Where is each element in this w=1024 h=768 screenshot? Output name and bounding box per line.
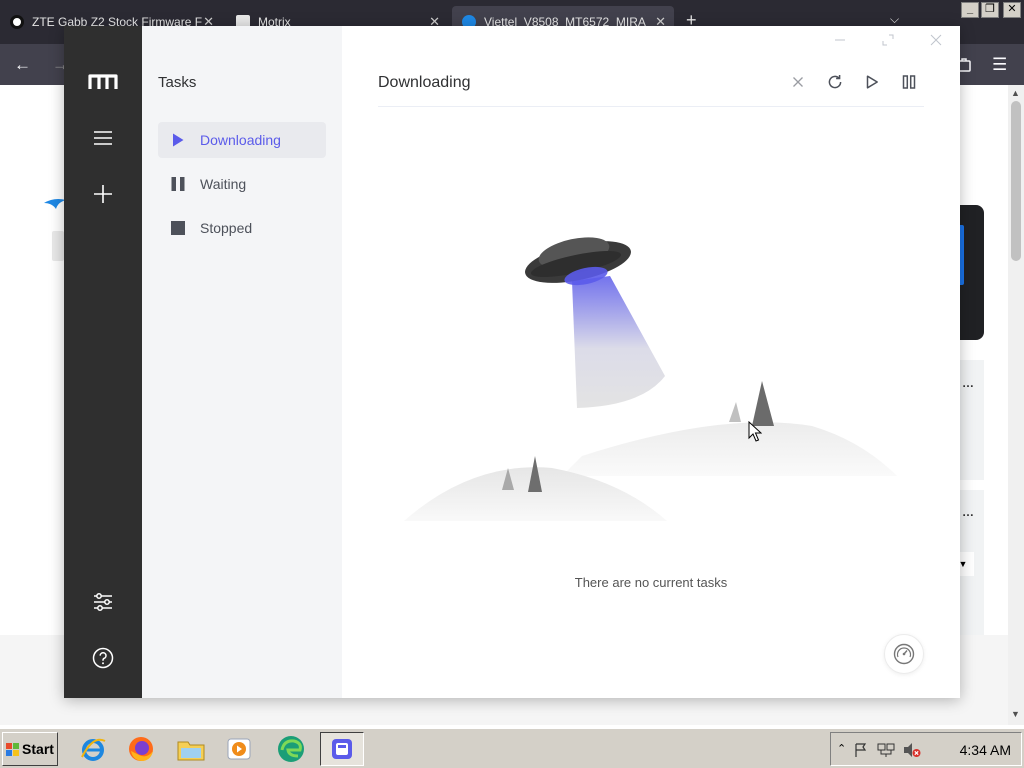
windows-taskbar: Start ⌃ 4:34 AM xyxy=(0,728,1024,768)
internet-explorer-icon[interactable] xyxy=(74,732,112,766)
play-icon xyxy=(171,133,185,147)
browser-menu-icon[interactable]: ☰ xyxy=(992,56,1007,73)
header-divider xyxy=(378,106,924,107)
system-tray: ⌃ 4:34 AM xyxy=(830,732,1022,766)
page-scrollbar[interactable]: ▲ ▼ xyxy=(1008,85,1024,725)
maximize-icon[interactable] xyxy=(878,32,898,48)
speedometer-icon[interactable] xyxy=(884,634,924,674)
refresh-icon[interactable] xyxy=(823,70,847,94)
motrix-icon xyxy=(332,739,352,759)
help-icon[interactable] xyxy=(85,640,121,676)
motrix-logo-icon[interactable] xyxy=(85,64,121,100)
network-icon[interactable] xyxy=(877,742,895,758)
motrix-window: Tasks Downloading Waiting Stopped Downlo… xyxy=(64,26,960,698)
delete-task-close-icon[interactable] xyxy=(786,70,810,94)
pause-icon xyxy=(171,177,185,191)
subnav-title: Tasks xyxy=(158,74,197,91)
start-button[interactable]: Start xyxy=(2,732,58,766)
minimize-icon[interactable] xyxy=(830,32,850,48)
tab-list-chevron-down-icon[interactable]: ⌵ xyxy=(890,12,899,27)
firefox-icon[interactable] xyxy=(122,732,160,766)
nav-item-waiting[interactable]: Waiting xyxy=(158,166,326,202)
mouse-cursor-icon xyxy=(748,421,762,442)
motrix-icon-rail xyxy=(64,26,142,698)
show-hidden-icons-chevron-up-icon[interactable]: ⌃ xyxy=(837,742,846,755)
window-restore-button[interactable]: ❐ xyxy=(981,2,999,18)
back-arrow-icon[interactable]: ← xyxy=(14,56,31,73)
window-minimize-button[interactable]: _ xyxy=(961,2,979,18)
scrollbar-thumb[interactable] xyxy=(1011,101,1021,261)
scroll-down-icon[interactable]: ▼ xyxy=(1011,709,1020,719)
more-options-icon[interactable]: … xyxy=(962,376,974,390)
page-block xyxy=(52,231,64,261)
window-close-button[interactable]: ✕ xyxy=(1003,2,1021,18)
taskbar-clock[interactable]: 4:34 AM xyxy=(960,742,1011,758)
nav-item-stopped[interactable]: Stopped xyxy=(158,210,326,246)
action-center-flag-icon[interactable] xyxy=(853,742,869,758)
add-icon[interactable] xyxy=(85,176,121,212)
edge-icon[interactable] xyxy=(272,732,310,766)
media-player-icon[interactable] xyxy=(220,732,258,766)
close-window-icon[interactable] xyxy=(926,32,946,48)
windows-flag-icon xyxy=(6,742,20,756)
resume-all-play-icon[interactable] xyxy=(860,70,884,94)
menu-icon[interactable] xyxy=(85,120,121,156)
nav-item-label: Downloading xyxy=(200,132,281,148)
empty-state-ufo-illustration xyxy=(404,237,897,521)
nav-item-label: Stopped xyxy=(200,220,253,236)
page-title: Downloading xyxy=(378,74,471,91)
page-logo-icon xyxy=(44,199,66,209)
nav-item-label: Waiting xyxy=(200,176,247,192)
file-explorer-icon[interactable] xyxy=(172,732,210,766)
task-list-panel: Downloading There are no current tasks xyxy=(342,26,960,698)
motrix-taskbar-button[interactable] xyxy=(320,732,364,766)
pause-all-pause-icon[interactable] xyxy=(897,70,921,94)
task-subnav: Tasks Downloading Waiting Stopped xyxy=(142,26,342,698)
start-label: Start xyxy=(22,741,54,757)
stop-icon xyxy=(171,221,185,235)
scroll-up-icon[interactable]: ▲ xyxy=(1011,88,1020,98)
tab-favicon-icon xyxy=(10,15,24,29)
volume-muted-icon[interactable] xyxy=(903,742,921,758)
empty-state-message: There are no current tasks xyxy=(574,575,728,590)
nav-item-downloading[interactable]: Downloading xyxy=(158,122,326,158)
more-options-icon[interactable]: … xyxy=(962,505,974,519)
settings-icon[interactable] xyxy=(85,584,121,620)
